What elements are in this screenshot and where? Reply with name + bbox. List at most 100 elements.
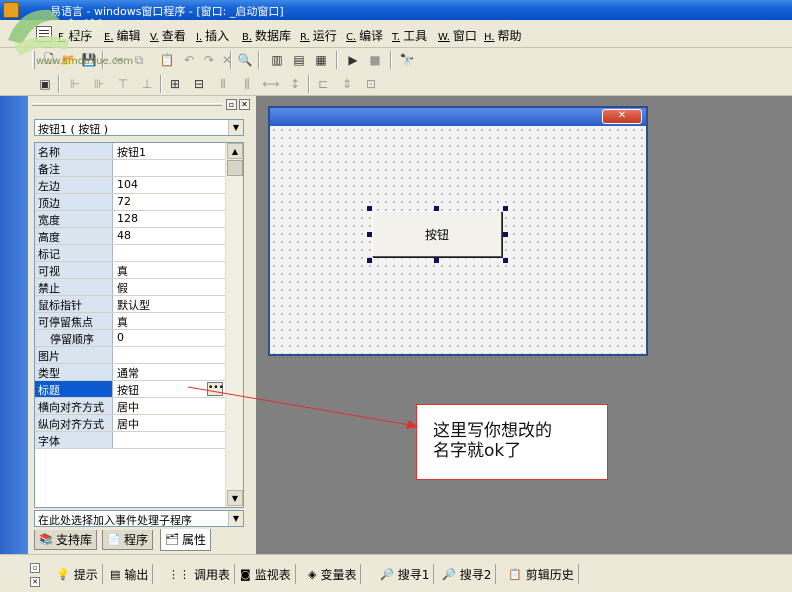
property-row[interactable]: 鼠标指针 默认型	[35, 296, 225, 313]
panel-close-button[interactable]: ✕	[239, 99, 250, 110]
align-center-icon[interactable]: ⊪	[90, 75, 108, 93]
align-top-icon[interactable]: ⊤	[114, 75, 132, 93]
center-vertical-icon[interactable]: ⊟	[190, 75, 208, 93]
tab-call-table[interactable]: ⋮⋮ 调用表	[164, 564, 236, 584]
property-row-selected[interactable]: 标题 按钮 •••	[35, 381, 225, 398]
form-icon[interactable]: ▣	[36, 75, 54, 93]
same-width-icon[interactable]: ⊏	[314, 75, 332, 93]
close-icon[interactable]: ✕	[602, 109, 642, 124]
property-row[interactable]: 可视真	[35, 262, 225, 279]
save-icon[interactable]: 💾	[80, 51, 98, 69]
undo-icon[interactable]: ↶	[180, 51, 198, 69]
layout1-icon[interactable]: ▥	[268, 51, 286, 69]
mdi-document-icon[interactable]	[36, 26, 52, 42]
form-window[interactable]: ✕ 按钮	[268, 106, 648, 356]
space-horizontal-icon[interactable]: ⫴	[214, 75, 232, 93]
layout2-icon[interactable]: ▤	[290, 51, 308, 69]
run-icon[interactable]: ▶	[344, 51, 362, 69]
property-row[interactable]: 纵向对齐方式 居中	[35, 415, 225, 432]
output-dock-button[interactable]: ▫	[30, 563, 40, 573]
resize-handle[interactable]	[503, 206, 508, 211]
find-icon[interactable]: 🔍	[236, 51, 254, 69]
delete-icon[interactable]: ✕	[218, 51, 236, 69]
chevron-down-icon[interactable]: ▼	[228, 120, 243, 135]
center-horizontal-icon[interactable]: ⊞	[166, 75, 184, 93]
layout3-icon[interactable]: ▦	[312, 51, 330, 69]
resize-handle[interactable]	[503, 232, 508, 237]
resize-handle[interactable]	[367, 258, 372, 263]
tab-hint[interactable]: 💡 提示	[52, 564, 103, 584]
resize-handle[interactable]	[434, 258, 439, 263]
same-height-icon[interactable]: ⇕	[338, 75, 356, 93]
same-size-icon[interactable]: ⊡	[362, 75, 380, 93]
menu-run[interactable]: R. 运行	[300, 27, 337, 44]
binoculars-icon[interactable]: 🔭	[398, 51, 416, 69]
stop-icon[interactable]: ■	[366, 51, 384, 69]
distribute-v-icon[interactable]: ↕	[286, 75, 304, 93]
panel-grip[interactable]	[32, 103, 222, 106]
toolbar-grip[interactable]	[32, 51, 35, 69]
object-selector[interactable]: 按钮1 ( 按钮 ) ▼	[34, 119, 244, 136]
cut-icon[interactable]: ✂	[110, 51, 128, 69]
form-title-bar[interactable]: ✕	[270, 108, 646, 126]
ellipsis-button[interactable]: •••	[207, 382, 224, 396]
chevron-down-icon[interactable]: ▼	[228, 511, 243, 526]
tab-program[interactable]: 📄 程序	[102, 530, 154, 550]
menu-program[interactable]: F. 程序	[58, 27, 92, 44]
property-row[interactable]: 图片	[35, 347, 225, 364]
align-bottom-icon[interactable]: ⊥	[138, 75, 156, 93]
resize-handle[interactable]	[434, 206, 439, 211]
resize-handle[interactable]	[367, 232, 372, 237]
menu-insert[interactable]: I. 插入	[196, 27, 229, 44]
property-row[interactable]: 备注	[35, 160, 225, 177]
property-row[interactable]: 宽度 128	[35, 211, 225, 228]
menu-view[interactable]: V. 查看	[150, 27, 186, 44]
tab-variables[interactable]: ◈ 变量表	[304, 564, 362, 584]
property-row[interactable]: 字体	[35, 432, 225, 449]
scroll-up-icon[interactable]: ▲	[227, 143, 243, 159]
menu-database[interactable]: B. 数据库	[242, 27, 291, 44]
property-row[interactable]: 顶边 72	[35, 194, 225, 211]
menu-compile[interactable]: C. 编译	[346, 27, 383, 44]
menu-window[interactable]: W. 窗口	[438, 27, 477, 44]
form-canvas[interactable]: 按钮	[270, 126, 646, 354]
tab-output[interactable]: ▤ 输出	[106, 564, 154, 584]
redo-icon[interactable]: ↷	[200, 51, 218, 69]
copy-icon[interactable]: ⧉	[130, 51, 148, 69]
property-row[interactable]: 名称 按钮1	[35, 143, 225, 160]
menu-edit[interactable]: E. 编辑	[104, 27, 141, 44]
open-file-icon[interactable]: 📂	[60, 51, 78, 69]
panel-dock-button[interactable]: ▫	[226, 99, 237, 110]
resize-handle[interactable]	[503, 258, 508, 263]
tab-search1[interactable]: 🔎 搜寻1	[376, 564, 435, 584]
property-row[interactable]: 禁止假	[35, 279, 225, 296]
tab-properties[interactable]: 🗂 属性	[160, 529, 212, 551]
scroll-down-icon[interactable]: ▼	[227, 490, 243, 506]
resize-handle[interactable]	[367, 206, 372, 211]
new-file-icon[interactable]: 🗋	[40, 51, 58, 69]
property-row[interactable]: 左边 104	[35, 177, 225, 194]
output-close-button[interactable]: ✕	[30, 577, 40, 587]
tab-search2[interactable]: 🔎 搜寻2	[438, 564, 497, 584]
align-left-icon[interactable]: ⊩	[66, 75, 84, 93]
paste-icon[interactable]: 📋	[158, 51, 176, 69]
property-scrollbar[interactable]: ▲ ▼	[225, 143, 243, 507]
property-row[interactable]: 高度 48	[35, 228, 225, 245]
menu-tools[interactable]: T. 工具	[392, 27, 427, 44]
form-button[interactable]: 按钮	[372, 211, 502, 257]
hint-icon: 💡	[56, 567, 70, 581]
distribute-h-icon[interactable]: ⟷	[262, 75, 280, 93]
property-row[interactable]: 标记	[35, 245, 225, 262]
space-vertical-icon[interactable]: ⫼	[238, 75, 256, 93]
scroll-thumb[interactable]	[227, 160, 243, 176]
event-selector[interactable]: 在此处选择加入事件处理子程序 ▼	[34, 510, 244, 527]
tab-clip-history[interactable]: 📋 剪辑历史	[504, 564, 579, 584]
property-row[interactable]: 可停留焦点真	[35, 313, 225, 330]
property-row[interactable]: 停留顺序 0	[35, 330, 225, 347]
tab-watch[interactable]: ◙ 监视表	[236, 564, 296, 584]
library-icon: 📚	[39, 533, 53, 546]
property-row[interactable]: 横向对齐方式 居中	[35, 398, 225, 415]
tab-support-library[interactable]: 📚 支持库	[34, 530, 98, 550]
property-row[interactable]: 类型 通常	[35, 364, 225, 381]
menu-help[interactable]: H. 帮助	[484, 27, 522, 44]
